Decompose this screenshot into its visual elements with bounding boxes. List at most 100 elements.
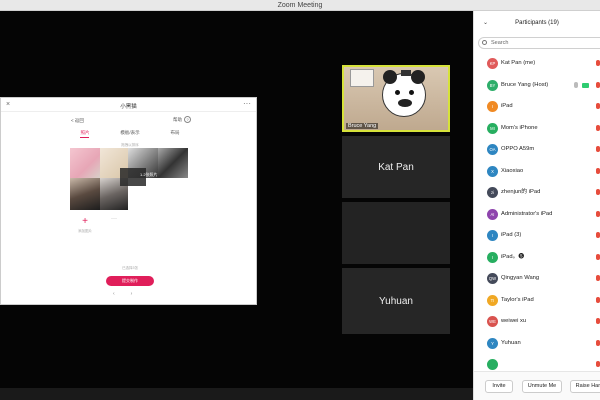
mic-muted-icon [596, 60, 600, 66]
avatar: I [487, 251, 498, 263]
invite-button[interactable]: Invite [485, 380, 513, 393]
avatar: AI [487, 208, 498, 220]
tab-template[interactable]: 模板/表示 [120, 130, 139, 138]
participant-row[interactable]: MI Mom's iPhone [474, 118, 600, 140]
bottom-bar [0, 388, 473, 400]
mic-muted-icon [596, 81, 600, 88]
avatar: I [487, 101, 498, 112]
help-icon: ? [184, 116, 191, 123]
submit-button[interactable]: 提交制作 [106, 276, 154, 286]
avatar [487, 359, 498, 370]
video-tile[interactable] [342, 202, 450, 264]
share-panel: < 返回 帮助 ? 照片 模板/表示 布局 拖拽以排序 1.2张照片 + 添加图片… [65, 116, 195, 302]
participants-title: Participants (19) [515, 20, 559, 26]
participant-name: Bruce Yang (Host) [501, 81, 549, 88]
participant-name: Mom's iPhone [501, 124, 538, 131]
participant-row[interactable]: KP Kat Pan (me) [474, 53, 600, 75]
tile-name: Bruce Yang [346, 123, 379, 129]
photo-thumb[interactable] [158, 148, 188, 178]
photo-thumb[interactable] [70, 148, 100, 178]
avatar: MI [487, 122, 498, 134]
avatar: I [487, 230, 498, 241]
unmute-button[interactable]: Unmute Me [522, 380, 562, 393]
participant-name: Kat Pan (me) [501, 60, 536, 66]
avatar: WE [487, 316, 498, 327]
participant-name: iPad。🅢 [501, 253, 525, 260]
mic-muted-icon [596, 318, 600, 324]
avatar: QW [487, 273, 498, 284]
video-tile-self[interactable]: Bruce Yang [342, 65, 450, 132]
participant-row[interactable]: IiPad [474, 96, 600, 118]
participant-row[interactable]: Y Yuhuan [474, 333, 600, 355]
search-placeholder: Search [491, 40, 509, 46]
eye [395, 90, 400, 95]
window-title: Zoom Meeting [0, 0, 600, 11]
participant-name: Qingyan Wang [501, 275, 540, 281]
participant-name: Xiaoxiao [501, 167, 524, 174]
participant-row[interactable]: QW Qingyan Wang [474, 268, 600, 290]
participant-row[interactable]: IiPad。🅢 [474, 247, 600, 269]
participant-row[interactable]: AI Administrator's iPad [474, 204, 600, 226]
participant-list: KP Kat Pan (me) BY Bruce Yang (Host) IiPad MI… [474, 53, 600, 376]
avatar: BY [487, 79, 498, 91]
bear-avatar [382, 70, 426, 117]
mic-muted-icon [596, 361, 600, 367]
help-label: 帮助 [173, 116, 182, 122]
video-tile[interactable]: Yuhuan [342, 268, 450, 334]
mic-muted-icon [596, 146, 600, 152]
avatar: TI [487, 294, 498, 306]
share-topbar: × 小黑猫 ··· [1, 98, 256, 112]
participant-name: weiwei xu [501, 318, 527, 324]
search-icon [482, 40, 487, 45]
mic-muted-icon [596, 210, 600, 217]
shared-screen[interactable]: × 小黑猫 ··· < 返回 帮助 ? 照片 模板/表示 布局 拖拽以排序 1.… [0, 97, 257, 305]
participant-row[interactable]: TI Taylor's iPad [474, 290, 600, 312]
ear [411, 70, 425, 84]
mic-muted-icon [596, 339, 600, 346]
mic-muted-icon [596, 167, 600, 174]
share-title: 小黑猫 [120, 104, 137, 110]
mic-muted-icon [596, 124, 600, 131]
more-icon[interactable]: ··· [243, 99, 251, 108]
participant-row[interactable]: X Xiaoxiao [474, 161, 600, 183]
ear [383, 70, 397, 84]
back-button[interactable]: < 返回 [71, 118, 84, 124]
participant-row[interactable]: zi zhenjun的 iPad [474, 182, 600, 204]
prev-icon[interactable]: ‹ [113, 291, 115, 297]
participant-row[interactable]: BY Bruce Yang (Host) [474, 75, 600, 97]
help-button[interactable]: 帮助 ? [173, 116, 191, 123]
chevron-down-icon[interactable]: ⌄ [483, 11, 488, 35]
participant-name: zhenjun的 iPad [501, 189, 541, 195]
participant-row[interactable]: WE weiwei xu [474, 311, 600, 333]
selection-count: 已选择3张 [122, 266, 138, 270]
bow [401, 70, 411, 76]
dragging-photo[interactable]: 1.2张照片 [120, 168, 158, 186]
participant-name: iPad [501, 103, 513, 109]
add-photo-button[interactable]: + 添加图片 [70, 216, 100, 244]
share-tabs: 照片 模板/表示 布局 [65, 130, 195, 138]
participant-name: iPad (3) [501, 232, 522, 238]
mic-icon [574, 81, 578, 88]
mic-muted-icon [596, 275, 600, 281]
eye [409, 90, 414, 95]
tab-layout[interactable]: 布局 [171, 130, 180, 138]
participant-row[interactable]: IiPad (3) [474, 225, 600, 247]
tab-photos[interactable]: 照片 [80, 130, 90, 138]
participant-row[interactable]: OA OPPO A59m [474, 139, 600, 161]
participant-name: Taylor's iPad [501, 296, 534, 303]
photo-grid: 1.2张照片 [70, 148, 188, 210]
search-input[interactable]: Search [478, 37, 600, 49]
participant-name: Yuhuan [501, 339, 521, 346]
next-icon[interactable]: › [131, 291, 133, 297]
wall-picture [350, 69, 374, 87]
participants-panel: ⌄ Participants (19) Search KP Kat Pan (me… [473, 11, 600, 400]
nose [398, 99, 412, 107]
mic-muted-icon [596, 232, 600, 238]
video-tile[interactable]: Kat Pan [342, 136, 450, 198]
more-options-button[interactable]: ··· [100, 216, 128, 244]
avatar: OA [487, 144, 498, 155]
avatar: KP [487, 58, 498, 69]
mic-muted-icon [596, 296, 600, 303]
photo-thumb[interactable] [70, 178, 100, 210]
raise-hand-button[interactable]: Raise Hand [570, 380, 600, 393]
